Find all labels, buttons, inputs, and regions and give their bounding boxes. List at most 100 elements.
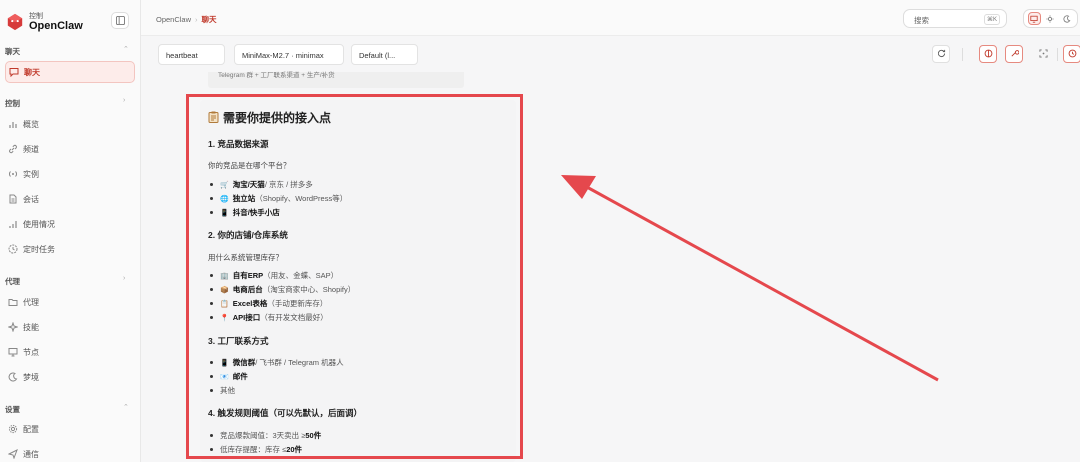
group-label-chat[interactable]: 聊天 — [5, 46, 20, 57]
chat-icon — [9, 67, 19, 78]
chart-icon — [8, 119, 18, 129]
chevron-right-icon[interactable]: › — [123, 275, 125, 282]
collapse-sidebar-button[interactable] — [111, 12, 129, 29]
monitor-icon — [8, 347, 18, 357]
brain-button[interactable] — [979, 45, 997, 63]
topbar: OpenClaw › 聊天 搜索 ⌘K — [141, 0, 1080, 36]
sidebar-item-label: 频道 — [23, 144, 39, 154]
list-item: 🌐 独立站 （Shopify、WordPress等） — [210, 193, 347, 204]
gear-icon — [8, 424, 18, 434]
moon-theme-icon[interactable] — [1060, 12, 1073, 25]
section-heading: 2. 你的店铺/仓库系统 — [208, 230, 288, 240]
model-select[interactable]: MiniMax-M2.7 · minimax — [234, 44, 344, 65]
clipboard-icon: 📋 — [220, 300, 229, 308]
sidebar-item-label: 定时任务 — [23, 244, 55, 254]
section-description: 用什么系统管理库存？ — [208, 253, 283, 262]
list-item: 低库存提醒：库存 ≤ 20件 — [210, 444, 302, 455]
sidebar-item-label: 使用情况 — [23, 219, 55, 229]
sidebar-item-channels[interactable]: 频道 — [5, 140, 135, 158]
theme-switcher — [1023, 9, 1078, 28]
phone-icon: 📱 — [220, 209, 229, 217]
sidebar-toggle-icon — [115, 12, 125, 30]
session-select[interactable]: heartbeat — [158, 44, 225, 65]
message-title-text: 需要你提供的接入点 — [223, 111, 332, 125]
breadcrumb-root[interactable]: OpenClaw — [156, 15, 191, 24]
lobster-logo-icon — [6, 13, 24, 31]
section-heading: 4. 触发规则阈值（可以先默认，后面调） — [208, 408, 362, 418]
previous-message-text: Telegram 群 + 工厂联系渠道 + 生产/补货 — [218, 72, 335, 79]
group-label-control[interactable]: 控制 — [5, 98, 20, 109]
brand[interactable]: 控制 OpenClaw — [6, 9, 83, 35]
toolbar-divider — [1057, 48, 1058, 61]
broadcast-icon — [8, 169, 18, 179]
sidebar-item-label: 聊天 — [24, 67, 40, 77]
sidebar-item-label: 代理 — [23, 297, 39, 307]
history-button[interactable] — [1063, 45, 1080, 63]
search-placeholder: 搜索 — [914, 16, 929, 25]
sun-icon[interactable] — [1044, 12, 1057, 25]
sidebar-item-skills[interactable]: 技能 — [5, 318, 135, 336]
list-item: 📱 抖音/快手小店 — [210, 207, 280, 218]
monitor-theme-icon[interactable] — [1027, 12, 1041, 25]
link-icon — [8, 144, 18, 154]
sidebar-item-config[interactable]: 配置 — [5, 420, 135, 438]
sidebar-item-comms[interactable]: 通信 — [5, 445, 135, 462]
list-item: 竞品爆款阈值：3天卖出 ≥ 50件 — [210, 430, 321, 441]
sidebar-item-label: 配置 — [23, 424, 39, 434]
wrench-icon — [1010, 45, 1019, 63]
sidebar-item-nodes[interactable]: 节点 — [5, 343, 135, 361]
list-item: 其他 — [210, 385, 235, 396]
focus-icon — [1038, 45, 1048, 63]
chevron-up-icon[interactable]: ⌃ — [123, 403, 129, 411]
app-window: 控制 OpenClaw 聊天 ⌃ 聊天 控制 › 概览 频道 实例 会话 使用情… — [0, 0, 1080, 462]
sidebar-item-instances[interactable]: 实例 — [5, 165, 135, 183]
sidebar-item-label: 会话 — [23, 194, 39, 204]
sidebar-item-usage[interactable]: 使用情况 — [5, 215, 135, 233]
search-box[interactable]: 搜索 ⌘K — [903, 9, 1007, 28]
chevron-right-icon[interactable]: › — [123, 97, 125, 104]
sidebar-item-overview[interactable]: 概览 — [5, 115, 135, 133]
sparkle-icon — [7, 321, 19, 333]
sidebar-item-label: 通信 — [23, 449, 39, 459]
sidebar-item-label: 概览 — [23, 119, 39, 129]
sidebar: 控制 OpenClaw 聊天 ⌃ 聊天 控制 › 概览 频道 实例 会话 使用情… — [0, 0, 141, 462]
assistant-message: 需要你提供的接入点 1. 竞品数据来源 你的竞品是在哪个平台？ 🛒 淘宝/天猫 /… — [200, 100, 516, 462]
sidebar-item-dreams[interactable]: 梦境 — [5, 368, 135, 386]
chevron-up-icon[interactable]: ⌃ — [123, 45, 129, 53]
group-label-settings[interactable]: 设置 — [5, 404, 20, 415]
clock-icon — [1068, 45, 1077, 63]
document-icon — [8, 194, 18, 204]
refresh-icon — [937, 45, 946, 63]
refresh-button[interactable] — [932, 45, 950, 63]
sidebar-item-cron[interactable]: 定时任务 — [5, 240, 135, 258]
tools-button[interactable] — [1005, 45, 1023, 63]
brand-subtitle: 控制 — [29, 12, 43, 20]
previous-message: Telegram 群 + 工厂联系渠道 + 生产/补货 — [208, 72, 464, 88]
list-item: 📍 API接口 （有开发文档最好） — [210, 312, 328, 323]
focus-button[interactable] — [1034, 45, 1052, 63]
moon-icon — [8, 372, 18, 382]
group-label-agent[interactable]: 代理 — [5, 276, 20, 287]
send-icon — [7, 448, 18, 460]
sidebar-item-agents[interactable]: 代理 — [5, 293, 135, 311]
preset-select[interactable]: Default (l... — [351, 44, 418, 65]
bar-chart-icon — [8, 219, 18, 229]
sidebar-item-label: 梦境 — [23, 372, 39, 382]
list-item: 🛒 淘宝/天猫 / 京东 / 拼多多 — [210, 179, 313, 190]
email-icon: 📧 — [220, 373, 229, 381]
package-icon: 📦 — [220, 286, 229, 294]
section-heading: 3. 工厂联系方式 — [208, 336, 269, 346]
breadcrumb: OpenClaw › 聊天 — [156, 14, 217, 25]
breadcrumb-separator: › — [195, 15, 198, 24]
globe-icon: 🌐 — [220, 195, 229, 203]
section-heading: 1. 竞品数据来源 — [208, 139, 269, 149]
sidebar-item-chat[interactable]: 聊天 — [5, 61, 135, 83]
clock-icon — [8, 244, 18, 254]
cart-icon: 🛒 — [220, 181, 229, 189]
folder-icon — [8, 297, 18, 307]
sidebar-item-sessions[interactable]: 会话 — [5, 190, 135, 208]
message-title: 需要你提供的接入点 — [208, 109, 331, 126]
toolbar-divider — [962, 48, 963, 61]
brand-name: OpenClaw — [29, 19, 83, 32]
breadcrumb-current: 聊天 — [201, 15, 217, 24]
